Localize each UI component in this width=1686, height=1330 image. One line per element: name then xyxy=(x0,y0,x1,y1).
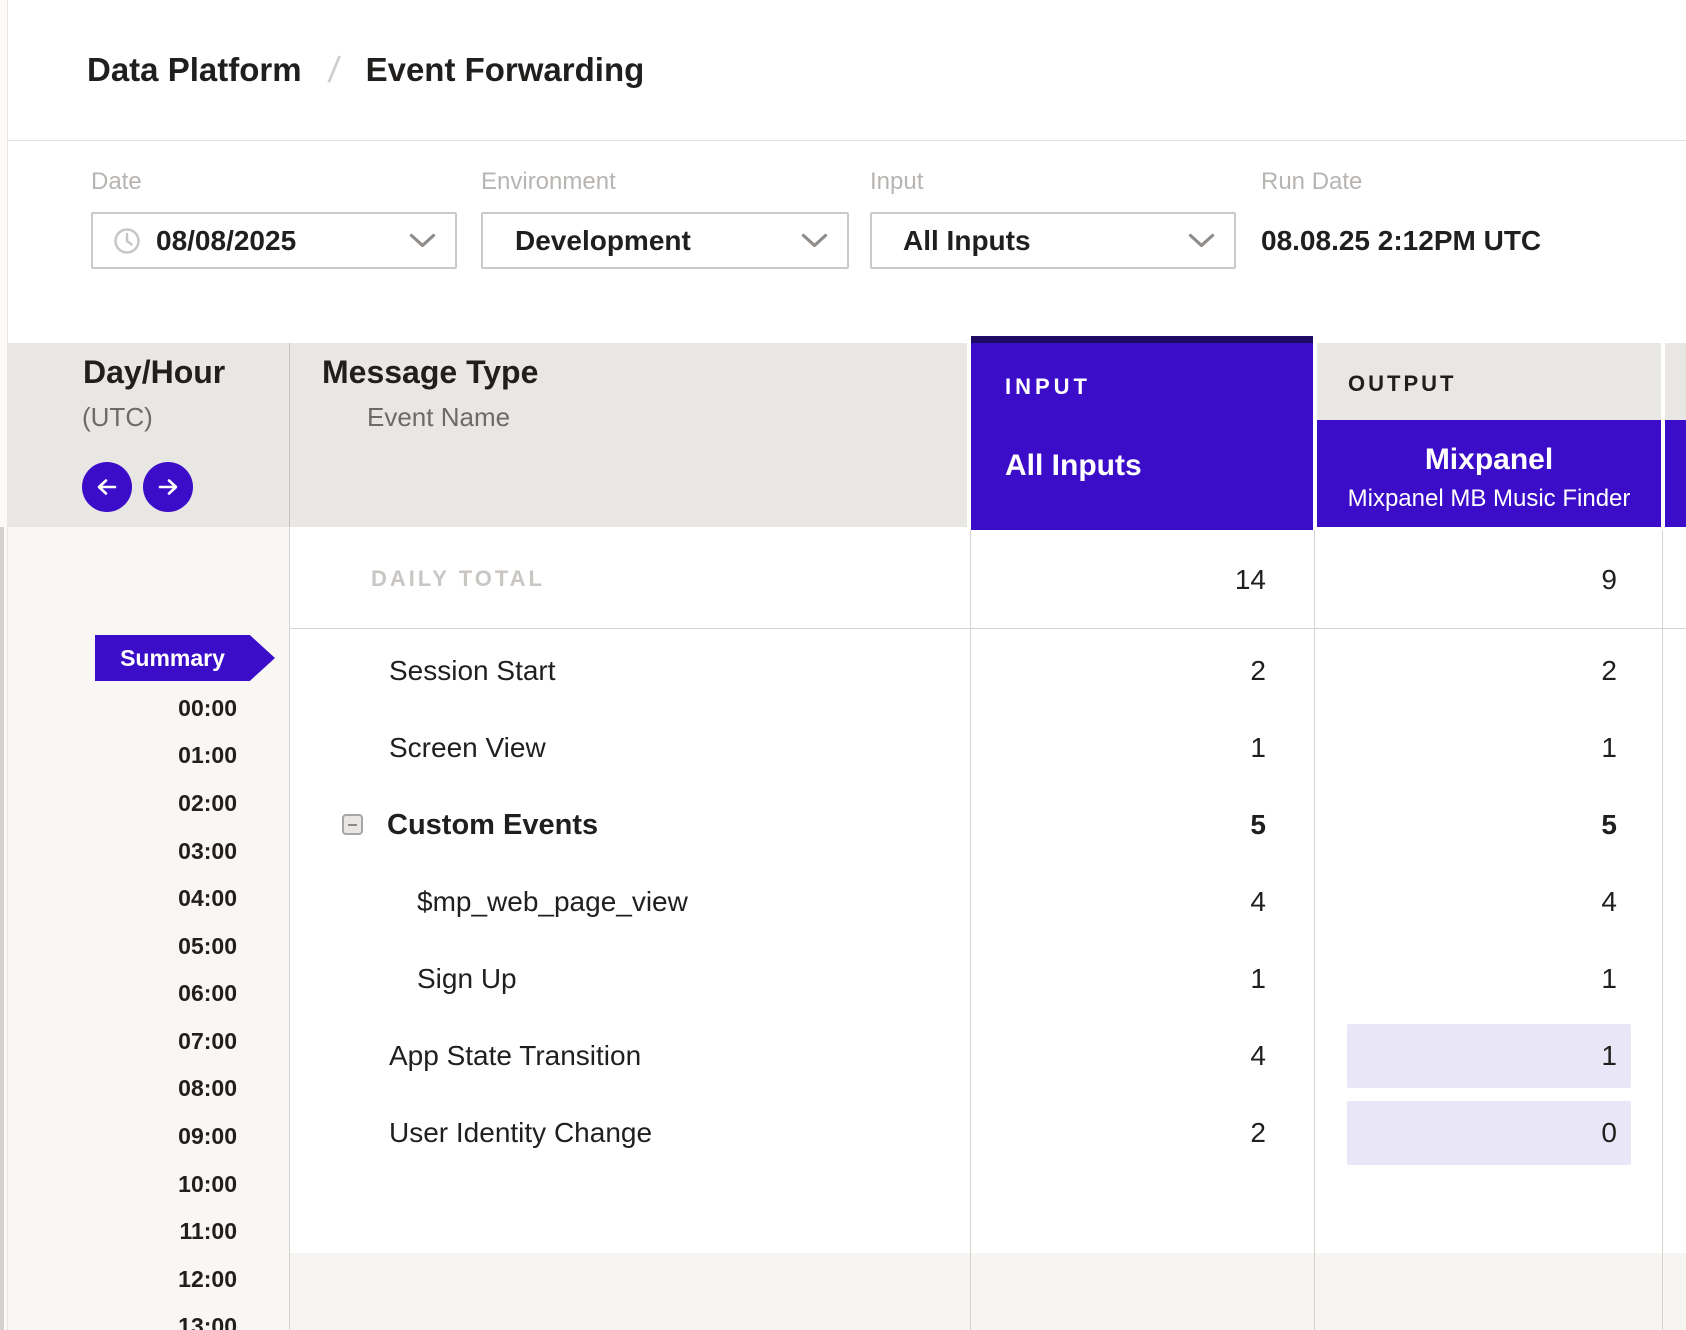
event-forwarding-page: Data Platform / Event Forwarding Date 08… xyxy=(0,0,1686,1330)
hour-row-12[interactable]: 12:00 xyxy=(8,1263,237,1295)
environment-value: Development xyxy=(515,225,691,257)
day-pager xyxy=(82,462,193,512)
next-day-button[interactable] xyxy=(143,462,193,512)
highlighted-cell xyxy=(1347,1101,1631,1165)
event-input-value: 2 xyxy=(1250,1113,1266,1153)
clock-icon xyxy=(113,227,141,255)
input-dropdown[interactable]: All Inputs xyxy=(870,212,1236,269)
event-output-value: 1 xyxy=(1601,728,1617,768)
input-column-header[interactable]: INPUT All Inputs xyxy=(971,336,1313,530)
hour-row-05[interactable]: 05:00 xyxy=(8,930,237,962)
event-row-label: App State Transition xyxy=(389,1036,641,1076)
hour-row-03[interactable]: 03:00 xyxy=(8,835,237,867)
chevron-down-icon xyxy=(801,233,828,249)
page-title: Event Forwarding xyxy=(366,51,645,89)
run-date-value: 08.08.25 2:12PM UTC xyxy=(1261,212,1541,269)
event-row-label: Screen View xyxy=(389,728,546,768)
input-value: All Inputs xyxy=(903,225,1031,257)
column-divider xyxy=(970,530,971,1330)
event-input-value: 1 xyxy=(1250,959,1266,999)
hour-row-08[interactable]: 08:00 xyxy=(8,1072,237,1104)
hour-row-04[interactable]: 04:00 xyxy=(8,882,237,914)
event-group-label: Custom Events xyxy=(387,805,598,845)
run-date-label: Run Date xyxy=(1261,168,1362,196)
chevron-down-icon xyxy=(1188,233,1215,249)
environment-dropdown[interactable]: Development xyxy=(481,212,849,269)
output-section-label: OUTPUT xyxy=(1348,371,1456,397)
arrow-left-icon xyxy=(94,474,120,500)
event-row-label: Sign Up xyxy=(417,959,517,999)
input-column-name: All Inputs xyxy=(1005,449,1142,483)
hour-row-13[interactable]: 13:00 xyxy=(8,1310,237,1330)
hour-row-11[interactable]: 11:00 xyxy=(8,1215,237,1247)
hour-row-02[interactable]: 02:00 xyxy=(8,787,237,819)
date-label: Date xyxy=(91,168,142,196)
arrow-right-icon xyxy=(155,474,181,500)
event-row-label: $mp_web_page_view xyxy=(417,882,688,922)
output-column-header-mixpanel[interactable]: Mixpanel Mixpanel MB Music Finder xyxy=(1317,420,1661,527)
output-connection-name: Mixpanel MB Music Finder xyxy=(1317,485,1661,513)
column-divider xyxy=(1314,530,1315,1330)
next-output-column-header xyxy=(1665,420,1686,527)
hour-row-06[interactable]: 06:00 xyxy=(8,977,237,1009)
event-output-value: 0 xyxy=(1601,1113,1617,1153)
environment-label: Environment xyxy=(481,168,616,196)
event-row-label: User Identity Change xyxy=(389,1113,652,1153)
event-input-value: 1 xyxy=(1250,728,1266,768)
header-column-divider xyxy=(289,343,290,527)
event-output-value: 2 xyxy=(1601,651,1617,691)
day-hour-timezone: (UTC) xyxy=(82,402,153,433)
hour-row-07[interactable]: 07:00 xyxy=(8,1025,237,1057)
hour-row-01[interactable]: 01:00 xyxy=(8,739,237,771)
event-input-value: 4 xyxy=(1250,882,1266,922)
column-divider xyxy=(289,527,290,1330)
collapse-custom-events-icon[interactable] xyxy=(342,814,363,835)
event-name-subheader: Event Name xyxy=(367,402,510,433)
hour-row-09[interactable]: 09:00 xyxy=(8,1120,237,1152)
summary-row-tag[interactable]: Summary xyxy=(95,635,275,681)
daily-total-divider xyxy=(289,628,1686,629)
chevron-down-icon xyxy=(409,233,436,249)
breadcrumb-separator: / xyxy=(326,49,342,91)
event-input-value: 4 xyxy=(1250,1036,1266,1076)
event-output-value: 1 xyxy=(1601,1036,1617,1076)
daily-total-output-value: 9 xyxy=(1601,560,1617,600)
daily-total-input-value: 14 xyxy=(1235,560,1266,600)
date-value: 08/08/2025 xyxy=(156,225,296,257)
column-divider xyxy=(1662,530,1663,1330)
breadcrumb: Data Platform / Event Forwarding xyxy=(8,0,1686,141)
day-hour-header: Day/Hour xyxy=(83,354,225,391)
event-row-label: Session Start xyxy=(389,651,556,691)
daily-total-label: DAILY TOTAL xyxy=(371,566,545,592)
hour-row-10[interactable]: 10:00 xyxy=(8,1168,237,1200)
output-name: Mixpanel xyxy=(1317,443,1661,477)
left-scroll-strip xyxy=(0,527,4,1330)
date-dropdown[interactable]: 08/08/2025 xyxy=(91,212,457,269)
table-footer-band xyxy=(290,1253,1686,1330)
message-type-header: Message Type xyxy=(322,354,538,391)
previous-day-button[interactable] xyxy=(82,462,132,512)
hour-row-00[interactable]: 00:00 xyxy=(8,692,237,724)
event-output-value: 5 xyxy=(1601,805,1617,845)
event-output-value: 1 xyxy=(1601,959,1617,999)
input-section-label: INPUT xyxy=(1005,374,1091,400)
highlighted-cell xyxy=(1347,1024,1631,1088)
filter-bar: Date 08/08/2025 Environment Development … xyxy=(8,142,1686,343)
event-output-value: 4 xyxy=(1601,882,1617,922)
event-input-value: 2 xyxy=(1250,651,1266,691)
breadcrumb-section[interactable]: Data Platform xyxy=(87,51,302,89)
input-label: Input xyxy=(870,168,923,196)
event-input-value: 5 xyxy=(1250,805,1266,845)
